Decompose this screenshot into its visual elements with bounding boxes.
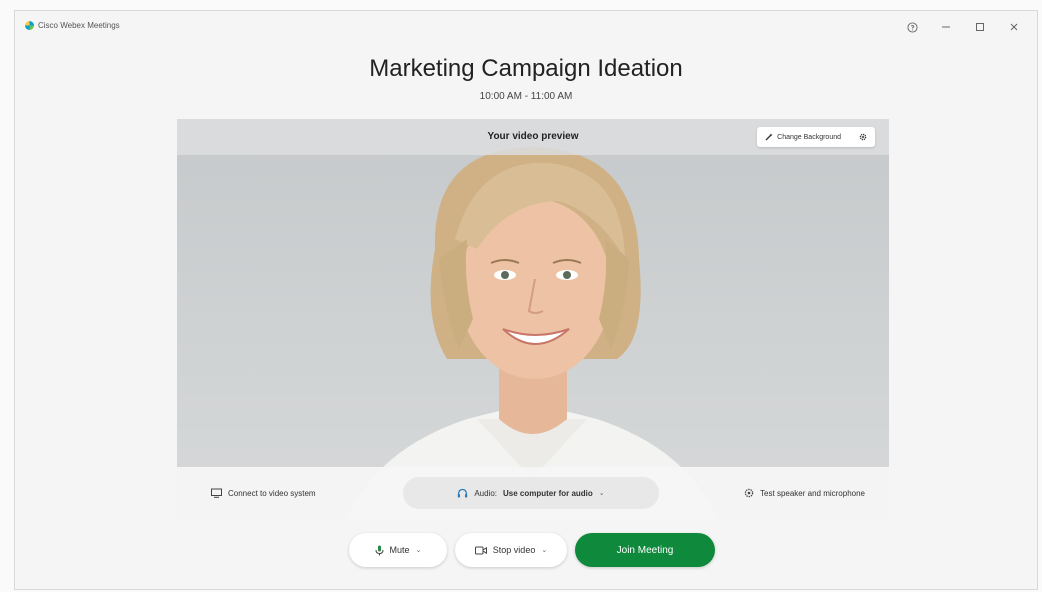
connect-video-label: Connect to video system — [228, 488, 316, 498]
maximize-icon — [976, 23, 984, 31]
change-background-button[interactable]: Change Background — [757, 127, 875, 147]
webex-logo-icon — [25, 21, 34, 30]
connect-video-system-button[interactable]: Connect to video system — [211, 467, 316, 519]
mute-options-chevron-icon[interactable]: ⌄ — [416, 546, 422, 554]
microphone-icon — [375, 545, 384, 555]
chevron-down-icon: ⌄ — [598, 490, 605, 497]
help-button[interactable] — [895, 17, 929, 37]
audio-selector[interactable]: Audio: Use computer for audio ⌄ — [403, 477, 659, 509]
audio-prefix: Audio: — [474, 488, 497, 498]
video-options-chevron-icon[interactable]: ⌄ — [541, 546, 547, 554]
change-background-label: Change Background — [777, 133, 841, 141]
maximize-button[interactable] — [963, 17, 997, 37]
app-title: Cisco Webex Meetings — [25, 21, 120, 30]
preview-header: Your video preview Change Background — [177, 119, 889, 155]
headset-icon — [458, 488, 468, 497]
device-control-bar: Connect to video system Audio: Use compu… — [177, 467, 889, 519]
join-meeting-button[interactable]: Join Meeting — [575, 533, 715, 567]
user-video-feed — [347, 147, 717, 519]
test-speaker-microphone-button[interactable]: Test speaker and microphone — [744, 467, 865, 519]
stop-video-button[interactable]: Stop video ⌄ — [455, 533, 567, 567]
speaker-settings-icon — [744, 488, 754, 498]
minimize-button[interactable] — [929, 17, 963, 37]
app-window: Cisco Webex Meetings Marketing Campaign … — [14, 10, 1038, 590]
camera-icon — [474, 546, 487, 554]
video-system-icon — [211, 488, 222, 498]
audio-value: Use computer for audio — [503, 488, 593, 498]
meeting-time: 10:00 AM - 11:00 AM — [479, 91, 573, 102]
test-label: Test speaker and microphone — [760, 488, 865, 498]
meeting-title: Marketing Campaign Ideation — [369, 55, 683, 82]
mute-button[interactable]: Mute ⌄ — [349, 533, 447, 567]
title-bar: Cisco Webex Meetings — [15, 11, 1037, 41]
stop-video-label: Stop video — [492, 545, 536, 555]
mute-label: Mute — [389, 545, 410, 555]
minimize-icon — [942, 26, 950, 28]
join-meeting-label: Join Meeting — [616, 544, 674, 556]
app-title-text: Cisco Webex Meetings — [38, 21, 120, 30]
meeting-action-row: Mute ⌄ Stop video ⌄ Join Meeting — [15, 531, 1037, 571]
close-button[interactable] — [997, 17, 1031, 37]
wand-icon — [765, 133, 773, 141]
close-icon — [1010, 23, 1018, 31]
gear-icon[interactable] — [859, 133, 867, 141]
video-preview: Your video preview Change Background — [177, 119, 889, 519]
window-controls — [895, 17, 1031, 37]
help-icon — [906, 21, 918, 33]
